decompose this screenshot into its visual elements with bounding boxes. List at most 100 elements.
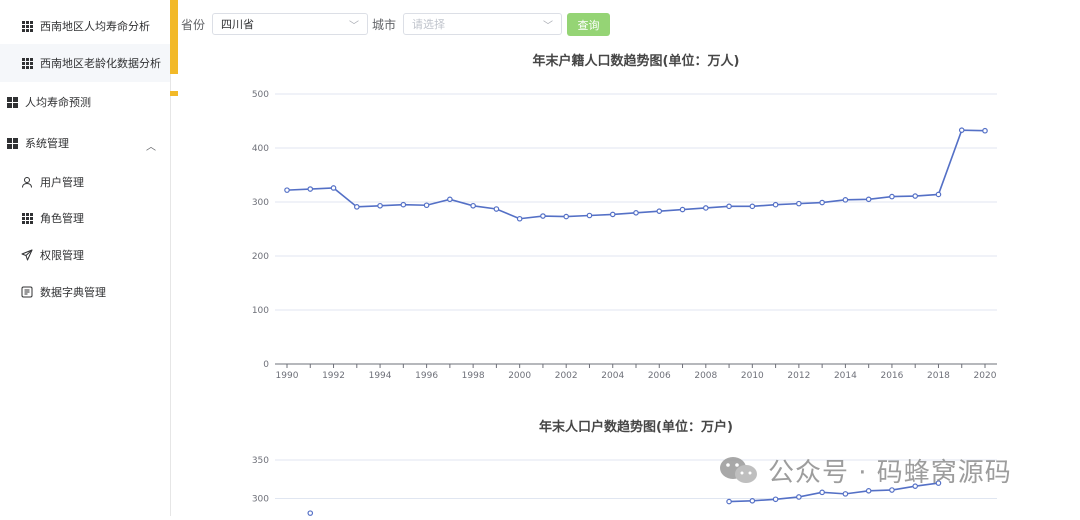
x-tick-label: 2004 [601,371,624,381]
grid-icon [20,211,34,225]
grid-icon [20,56,34,70]
sidebar-item-label: 权限管理 [40,249,84,262]
sidebar-item-permission-management[interactable]: 权限管理 [0,236,170,274]
chevron-up-icon[interactable]: ︿ [146,138,156,153]
y-tick-label: 300 [252,198,269,208]
data-point [865,196,872,203]
data-point [330,185,337,191]
x-tick-label: 2006 [648,371,671,381]
y-tick-label: 350 [252,456,269,466]
province-select[interactable]: 四川省 ﹀ [212,13,368,35]
sidebar-item-role-management[interactable]: 角色管理 [0,199,170,237]
data-point [726,498,732,505]
sidebar-item-system-management[interactable]: 系统管理 ︿ [0,124,170,162]
sidebar-item-label: 数据字典管理 [40,286,106,299]
data-point [865,487,872,494]
watermark: 公众号 · 码蜂窝源码 [718,452,1012,489]
x-tick-label: 1996 [415,371,438,381]
data-point [470,202,476,209]
data-point [796,200,802,207]
wechat-logo-icon [720,456,757,483]
sidebar: 西南地区人均寿命分析 西南地区老龄化数据分析 人均寿命预测 系统管理 ︿ 用户管… [0,0,171,516]
grid4-icon [5,95,19,109]
x-tick-label: 2016 [880,371,903,381]
city-label: 城市 [372,18,397,32]
data-point [609,211,616,218]
data-point [958,127,965,133]
grid-icon [20,19,34,33]
chart-title: 年末人口户数趋势图(单位：万户) [539,420,733,435]
dictionary-icon [20,285,34,299]
y-tick-label: 500 [252,90,269,100]
y-tick-label: 300 [252,495,269,505]
data-point [796,494,802,500]
data-point [516,215,523,222]
data-point [772,201,779,208]
x-tick-label: 2012 [787,371,810,381]
sidebar-item-lifespan-prediction[interactable]: 人均寿命预测 [0,83,170,121]
sidebar-item-label: 西南地区老龄化数据分析 [40,57,161,70]
y-tick-label: 100 [252,306,269,316]
sidebar-item-lifespan-analysis[interactable]: 西南地区人均寿命分析 [0,7,170,45]
sidebar-item-user-management[interactable]: 用户管理 [0,163,170,201]
x-tick-label: 2020 [974,371,997,381]
send-icon [20,248,34,262]
data-point [307,186,314,192]
data-point [423,202,430,209]
province-select-value: 四川省 [221,18,254,31]
series-line [286,129,986,220]
sidebar-item-dictionary-management[interactable]: 数据字典管理 [0,273,170,311]
x-tick-label: 1998 [462,371,485,381]
data-point [842,491,849,497]
data-point [749,203,756,210]
data-point [935,191,942,198]
sidebar-item-aging-analysis[interactable]: 西南地区老龄化数据分析 [0,44,170,82]
sidebar-item-label: 用户管理 [40,176,84,189]
chevron-down-icon: ﹀ [543,20,553,32]
data-point [633,210,639,216]
data-point [749,498,756,504]
city-select[interactable]: 请选择 ﹀ [403,13,562,35]
scrollbar-marker [170,91,178,96]
data-point [842,197,849,203]
watermark-text: 公众号 · 码蜂窝源码 [768,458,1012,488]
query-button[interactable]: 查询 [567,13,610,36]
sidebar-item-label: 人均寿命预测 [25,96,91,109]
data-point [377,202,383,209]
data-point [540,213,546,219]
grid4-icon [5,136,19,150]
chart-title: 年末户籍人口数趋势图(单位：万人) [532,54,740,69]
data-point [819,489,825,496]
data-point [772,496,779,503]
x-tick-label: 2008 [694,371,717,381]
data-point [889,193,895,200]
scrollbar-thumb[interactable] [170,0,178,74]
sidebar-item-label: 系统管理 [25,137,69,150]
x-tick-label: 2002 [555,371,578,381]
x-tick-label: 1990 [276,371,299,381]
city-select-placeholder: 请选择 [412,18,445,31]
data-point [679,206,686,213]
population-line-chart: 0 100 200 300 400 500 1990 1992 1994 1996 1998 2000… [252,90,997,381]
y-tick-label: 0 [263,360,269,370]
chevron-down-icon: ﹀ [349,20,359,32]
x-tick-label: 2014 [834,371,857,381]
y-tick-label: 400 [252,144,269,154]
data-point [586,212,593,219]
data-point [563,213,570,220]
x-tick-label: 2018 [927,371,950,381]
data-point [284,187,290,193]
data-point [982,127,988,134]
sidebar-item-label: 西南地区人均寿命分析 [40,20,150,33]
x-tick-label: 1994 [369,371,392,381]
y-tick-label: 200 [252,252,269,262]
data-point [447,196,453,203]
data-point [702,205,709,211]
x-tick-label: 2000 [508,371,531,381]
data-point [400,201,407,208]
data-point [307,510,314,516]
user-icon [20,175,34,189]
province-label: 省份 [181,18,206,32]
x-tick-label: 1992 [322,371,345,381]
data-point [819,199,825,206]
